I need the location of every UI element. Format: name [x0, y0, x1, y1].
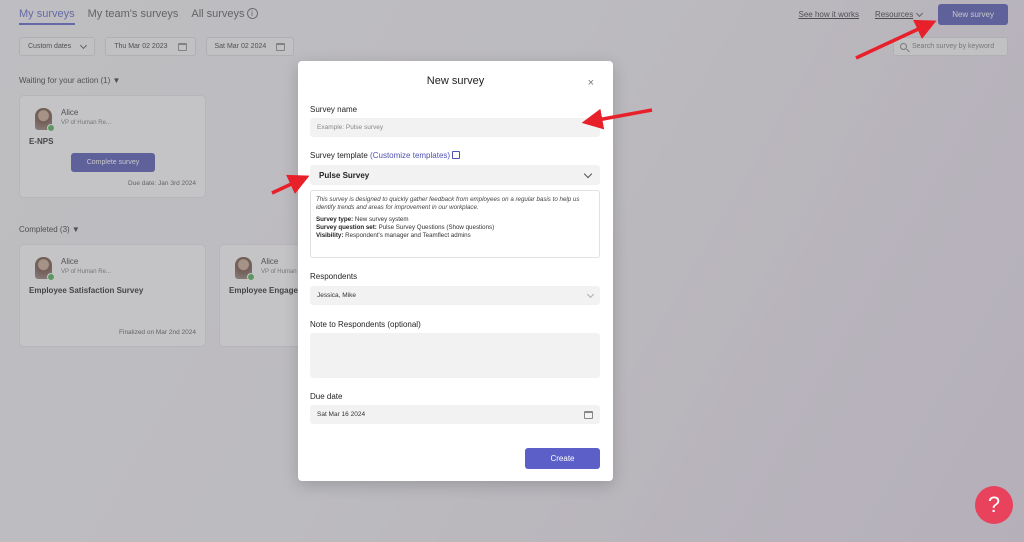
survey-template-label: Survey template (Customize templates): [310, 151, 461, 160]
customize-templates-link[interactable]: (Customize templates): [370, 151, 450, 160]
help-button[interactable]: ?: [975, 486, 1013, 524]
due-date-value: Sat Mar 16 2024: [317, 411, 366, 418]
note-label: Note to Respondents (optional): [310, 320, 421, 329]
visibility-label: Visibility:: [316, 232, 344, 239]
due-date-picker[interactable]: Sat Mar 16 2024: [310, 405, 600, 424]
question-set-row: Survey question set: Pulse Survey Questi…: [316, 224, 594, 232]
survey-type-label: Survey type:: [316, 216, 354, 223]
survey-template-select[interactable]: Pulse Survey: [310, 165, 600, 185]
survey-type-row: Survey type: New survey system: [316, 216, 594, 224]
respondents-label: Respondents: [310, 272, 358, 281]
chevron-down-icon: [586, 290, 595, 298]
survey-name-placeholder: Example: Pulse survey: [317, 124, 384, 131]
dialog-title: New survey: [426, 75, 485, 87]
create-button[interactable]: Create: [525, 448, 600, 469]
due-date-label: Due date: [310, 392, 343, 401]
new-survey-dialog: New survey × Survey name Example: Pulse …: [298, 61, 613, 481]
template-description-text: This survey is designed to quickly gathe…: [316, 196, 580, 211]
survey-template-label-text: Survey template: [310, 151, 368, 160]
question-set-value[interactable]: Pulse Survey Questions (Show questions): [379, 224, 495, 231]
survey-name-label: Survey name: [310, 105, 358, 114]
visibility-value: Respondent's manager and Teamflect admin…: [345, 232, 471, 239]
survey-type-value: New survey system: [354, 216, 409, 223]
visibility-row: Visibility: Respondent's manager and Tea…: [316, 232, 594, 240]
chevron-down-icon: [583, 169, 593, 178]
survey-template-value: Pulse Survey: [319, 170, 370, 180]
question-set-label: Survey question set:: [316, 224, 377, 231]
respondents-value: Jessica, Mike: [317, 292, 357, 299]
template-description: This survey is designed to quickly gathe…: [310, 190, 600, 258]
external-link-icon[interactable]: [452, 151, 461, 159]
note-textarea[interactable]: [310, 333, 600, 378]
respondents-select[interactable]: Jessica, Mike: [310, 286, 600, 305]
calendar-icon: [584, 410, 593, 419]
survey-name-input[interactable]: Example: Pulse survey: [310, 118, 600, 137]
close-icon[interactable]: ×: [588, 78, 594, 89]
